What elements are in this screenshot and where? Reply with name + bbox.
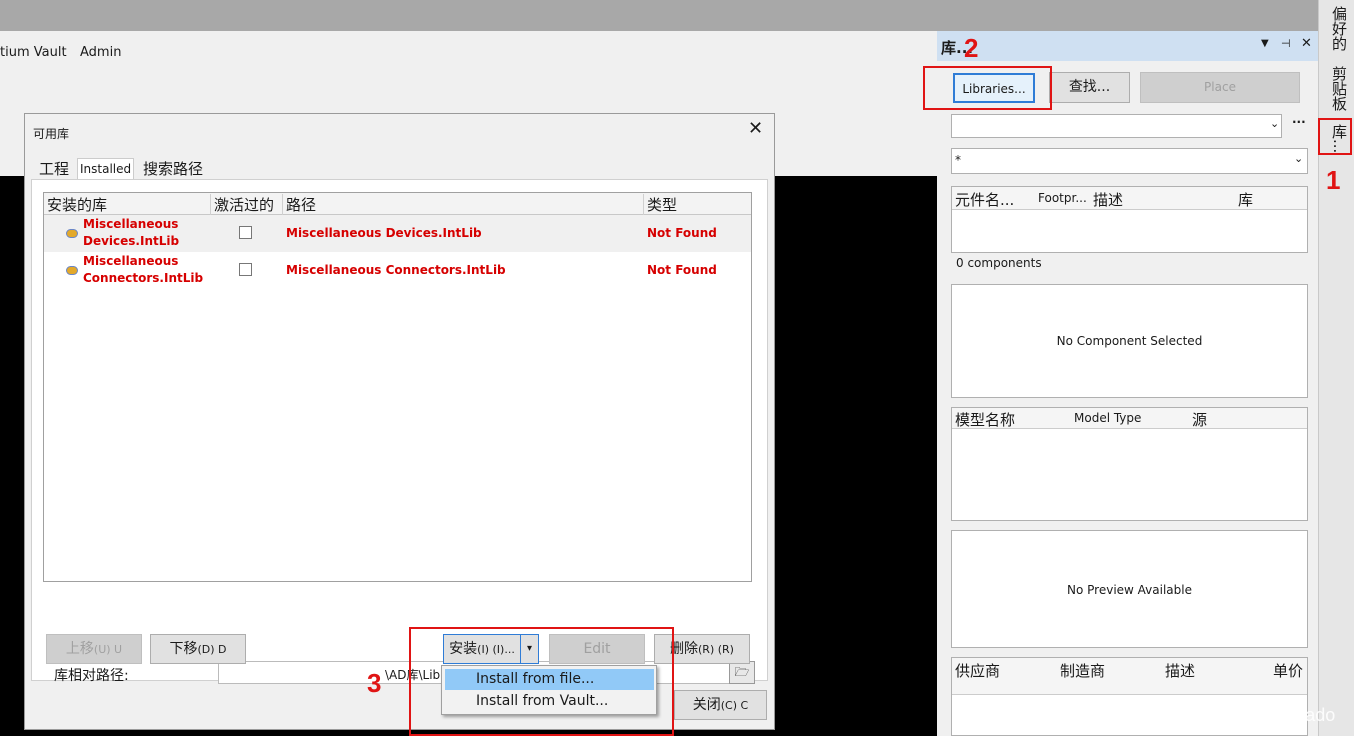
- components-count: 0 components: [956, 256, 1042, 270]
- component-details: No Component Selected: [951, 284, 1308, 398]
- chevron-down-icon: ⌄: [1270, 117, 1280, 130]
- close-icon[interactable]: ✕: [748, 120, 763, 138]
- activated-checkbox[interactable]: [239, 226, 252, 239]
- suppliers-header: 供应商 制造商 描述 单价: [952, 658, 1307, 695]
- watermark: CSDN @JamesRicado: [1152, 705, 1336, 725]
- library-type: Not Found: [647, 263, 717, 277]
- column-footprint[interactable]: Footpr...: [1038, 191, 1087, 205]
- filter-combo[interactable]: * ⌄: [951, 148, 1308, 174]
- installed-panel: 安装的库 激活过的 路径 类型 Miscellaneous Devices.In…: [31, 179, 768, 684]
- highlight-box-install: [409, 627, 674, 736]
- close-panel-icon[interactable]: ✕: [1301, 36, 1312, 51]
- library-icon: [66, 266, 78, 275]
- close-button[interactable]: 关闭(C) C: [674, 690, 767, 720]
- tab-search-path[interactable]: 搜索路径: [141, 158, 205, 180]
- window-top-strip: [0, 0, 1318, 31]
- menu-item-admin[interactable]: Admin: [80, 45, 121, 60]
- library-path: Miscellaneous Connectors.IntLib: [286, 263, 506, 277]
- models-table: 模型名称 Model Type 源: [951, 407, 1308, 521]
- highlight-box-libraries-button: [923, 66, 1052, 110]
- relative-path-label: 库相对路径:: [54, 668, 129, 684]
- side-tab-strip: 偏好的 剪贴板 库...: [1318, 0, 1354, 736]
- library-name: Miscellaneous Connectors.IntLib: [83, 254, 204, 285]
- library-name: Miscellaneous Devices.IntLib: [83, 217, 180, 248]
- preview-area: No Preview Available: [951, 530, 1308, 648]
- tab-favorites[interactable]: 偏好的: [1329, 6, 1350, 51]
- column-supplier-description[interactable]: 描述: [1165, 660, 1195, 681]
- models-header: 模型名称 Model Type 源: [952, 408, 1307, 429]
- annotation-3: 3: [367, 668, 382, 698]
- dialog-title: 可用库: [33, 127, 70, 141]
- activated-checkbox[interactable]: [239, 263, 252, 276]
- annotation-2: 2: [964, 33, 979, 63]
- table-row[interactable]: Miscellaneous Devices.IntLib Miscellaneo…: [44, 215, 751, 252]
- panel-title-bar: 库... ▼ ⊣ ✕: [937, 31, 1318, 61]
- tab-installed[interactable]: Installed: [77, 158, 135, 180]
- column-type[interactable]: 类型: [643, 194, 677, 215]
- components-header: 元件名... Footpr... 描述 库: [952, 187, 1307, 210]
- column-manufacturer[interactable]: 制造商: [1060, 660, 1105, 681]
- components-table: 元件名... Footpr... 描述 库: [951, 186, 1308, 253]
- search-button[interactable]: 查找...: [1049, 72, 1130, 103]
- pin-icon[interactable]: ⊣: [1281, 37, 1291, 50]
- menu-bar: tium Vault Admin: [0, 31, 937, 68]
- annotation-1: 1: [1326, 165, 1341, 195]
- column-library[interactable]: 库: [1238, 189, 1253, 210]
- column-path[interactable]: 路径: [282, 194, 316, 215]
- more-options-icon[interactable]: ···: [1292, 115, 1306, 129]
- list-header: 安装的库 激活过的 路径 类型: [44, 193, 751, 215]
- column-unit-price[interactable]: 单价: [1273, 660, 1303, 681]
- library-type: Not Found: [647, 226, 717, 240]
- move-up-button[interactable]: 上移(U) U: [46, 634, 142, 664]
- column-component-name[interactable]: 元件名...: [955, 189, 1014, 210]
- column-model-type[interactable]: Model Type: [1074, 411, 1141, 425]
- column-installed-library[interactable]: 安装的库: [44, 194, 107, 215]
- column-activated[interactable]: 激活过的: [210, 194, 274, 215]
- tab-project[interactable]: 工程: [37, 158, 71, 180]
- column-supplier[interactable]: 供应商: [955, 660, 1000, 681]
- tab-clipboard[interactable]: 剪贴板: [1329, 66, 1350, 111]
- panel-menu-icon[interactable]: ▼: [1261, 38, 1269, 49]
- highlight-box-libraries-tab: [1318, 118, 1352, 155]
- table-row[interactable]: Miscellaneous Connectors.IntLib Miscella…: [44, 252, 751, 289]
- column-description[interactable]: 描述: [1093, 189, 1123, 210]
- library-selector[interactable]: ⌄: [951, 114, 1282, 138]
- place-button[interactable]: Place: [1140, 72, 1300, 103]
- installed-libraries-list: 安装的库 激活过的 路径 类型 Miscellaneous Devices.In…: [43, 192, 752, 582]
- chevron-down-icon: ⌄: [1294, 152, 1304, 165]
- menu-item-vault[interactable]: tium Vault: [0, 45, 67, 60]
- browse-folder-icon[interactable]: 🗁: [729, 661, 755, 684]
- move-down-button[interactable]: 下移(D) D: [150, 634, 246, 664]
- library-icon: [66, 229, 78, 238]
- filter-value: *: [955, 153, 961, 167]
- column-source[interactable]: 源: [1192, 409, 1207, 430]
- libraries-panel: 库... ▼ ⊣ ✕ Libraries... 查找... Place ⌄ ··…: [937, 31, 1318, 736]
- library-path: Miscellaneous Devices.IntLib: [286, 226, 482, 240]
- no-component-message: No Component Selected: [1056, 334, 1203, 348]
- no-preview-message: No Preview Available: [1067, 583, 1192, 597]
- column-model-name[interactable]: 模型名称: [955, 409, 1015, 430]
